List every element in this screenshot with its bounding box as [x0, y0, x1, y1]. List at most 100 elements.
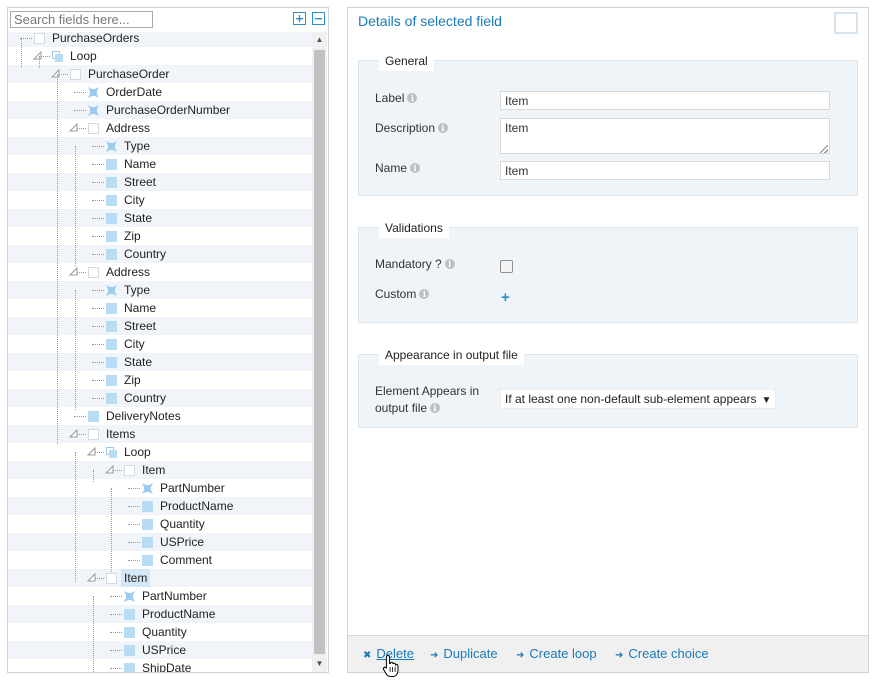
mandatory-checkbox[interactable] [500, 260, 513, 273]
tree-item-label[interactable]: Street [124, 317, 156, 335]
create-loop-button[interactable]: ➜ Create loop [516, 646, 597, 661]
tree-row[interactable]: PurchaseOrderNumber [8, 101, 313, 119]
scroll-up-arrow-icon[interactable]: ▲ [312, 32, 327, 48]
tree-row[interactable]: ShipDate [8, 659, 313, 672]
tree-row[interactable]: City [8, 191, 313, 209]
search-input[interactable] [10, 11, 153, 28]
tree-row[interactable]: Type [8, 281, 313, 299]
tree-item-label[interactable]: Name [124, 155, 156, 173]
tree-item-label[interactable]: Item [142, 461, 165, 479]
tree-item-label[interactable]: Items [106, 425, 135, 443]
collapse-toggle-icon[interactable] [68, 121, 80, 133]
collapse-toggle-icon[interactable] [86, 445, 98, 457]
info-icon[interactable]: i [419, 289, 430, 299]
tree-item-label[interactable]: Loop [70, 47, 97, 65]
tree-row[interactable]: Loop [8, 47, 313, 65]
tree-item-label-selected[interactable]: Item [121, 569, 151, 587]
duplicate-button[interactable]: ➜ Duplicate [430, 646, 498, 661]
tree-item-label[interactable]: City [124, 335, 145, 353]
tree-row[interactable]: Comment [8, 551, 313, 569]
tree-row[interactable]: Zip [8, 371, 313, 389]
tree-item-label[interactable]: State [124, 209, 152, 227]
tree-row[interactable]: PurchaseOrders [8, 32, 313, 47]
name-input[interactable] [500, 161, 830, 180]
add-custom-validation-icon[interactable]: + [501, 290, 510, 305]
tree-row[interactable]: Quantity [8, 515, 313, 533]
tree-item-label[interactable]: Type [124, 137, 150, 155]
label-input[interactable] [500, 91, 830, 110]
tree-row[interactable]: Name [8, 299, 313, 317]
create-choice-button[interactable]: ➜ Create choice [615, 646, 709, 661]
tree-row[interactable]: USPrice [8, 533, 313, 551]
expand-all-icon[interactable] [293, 12, 306, 25]
tree-item-label[interactable]: Address [106, 119, 150, 137]
scrollbar-thumb[interactable] [314, 50, 325, 654]
resize-grip-icon[interactable] [820, 145, 828, 153]
tree-row[interactable]: Name [8, 155, 313, 173]
tree-item-label[interactable]: Country [124, 389, 166, 407]
tree-item-label[interactable]: PurchaseOrders [52, 32, 139, 47]
collapse-toggle-icon[interactable] [86, 571, 98, 583]
tree-row[interactable]: ProductName [8, 497, 313, 515]
tree-item-label[interactable]: ProductName [160, 497, 233, 515]
tree-item-label[interactable]: Street [124, 173, 156, 191]
tree-row[interactable]: State [8, 209, 313, 227]
tree-item-label[interactable]: Type [124, 281, 150, 299]
collapse-toggle-icon[interactable] [50, 67, 62, 79]
tree-row[interactable]: DeliveryNotes [8, 407, 313, 425]
tree-item-label[interactable]: Zip [124, 227, 141, 245]
info-icon[interactable]: i [410, 163, 421, 173]
tree-row[interactable]: Country [8, 389, 313, 407]
tree-row[interactable]: Loop [8, 443, 313, 461]
collapse-toggle-icon[interactable] [68, 427, 80, 439]
tree-row[interactable]: PartNumber [8, 587, 313, 605]
tree-item-label[interactable]: Quantity [160, 515, 205, 533]
tree-item-label[interactable]: City [124, 191, 145, 209]
tree-item-label[interactable]: Loop [124, 443, 151, 461]
tree-row[interactable]: Item [8, 461, 313, 479]
tree-item-label[interactable]: State [124, 353, 152, 371]
tree-row[interactable]: Type [8, 137, 313, 155]
collapse-toggle-icon[interactable] [68, 265, 80, 277]
tree-item-label[interactable]: Address [106, 263, 150, 281]
tree-row[interactable]: Street [8, 173, 313, 191]
tree-item-label[interactable]: Country [124, 245, 166, 263]
info-icon[interactable]: i [438, 123, 449, 133]
tree-row[interactable]: ProductName [8, 605, 313, 623]
tree-item-label[interactable]: Zip [124, 371, 141, 389]
tree-row[interactable]: USPrice [8, 641, 313, 659]
tree-item-label[interactable]: DeliveryNotes [106, 407, 181, 425]
tree-row[interactable]: PartNumber [8, 479, 313, 497]
tree-row[interactable]: Street [8, 317, 313, 335]
info-icon[interactable]: i [407, 93, 418, 103]
tree-row[interactable]: OrderDate [8, 83, 313, 101]
tree-item-label[interactable]: Quantity [142, 623, 187, 641]
info-icon[interactable]: i [444, 259, 455, 269]
collapse-toggle-icon[interactable] [32, 49, 44, 61]
tree-scrollbar[interactable]: ▲ ▼ [312, 32, 327, 672]
tree-item-label[interactable]: PartNumber [160, 479, 225, 497]
tree-row[interactable]: Zip [8, 227, 313, 245]
tree-item-label[interactable]: PartNumber [142, 587, 207, 605]
tree-item-label[interactable]: Name [124, 299, 156, 317]
tree-row[interactable]: Country [8, 245, 313, 263]
scroll-down-arrow-icon[interactable]: ▼ [312, 656, 327, 672]
collapse-all-icon[interactable] [312, 12, 325, 25]
tree-row[interactable]: State [8, 353, 313, 371]
tree-row[interactable]: City [8, 335, 313, 353]
tree-item-label[interactable]: USPrice [160, 533, 204, 551]
tree-item-label[interactable]: USPrice [142, 641, 186, 659]
tree-item-label[interactable]: ProductName [142, 605, 215, 623]
tree-item-label[interactable]: ShipDate [142, 659, 191, 672]
tree-item-label[interactable]: PurchaseOrder [88, 65, 169, 83]
tree-item-label[interactable]: Comment [160, 551, 212, 569]
tree-item-label[interactable]: PurchaseOrderNumber [106, 101, 230, 119]
tree-row[interactable]: Item [8, 569, 313, 587]
tree-row[interactable]: Items [8, 425, 313, 443]
tree-row[interactable]: Address [8, 263, 313, 281]
info-icon[interactable]: i [430, 403, 441, 413]
tree-item-label[interactable]: OrderDate [106, 83, 162, 101]
element-appears-select[interactable]: If at least one non-default sub-element … [500, 389, 777, 409]
description-textarea[interactable]: Item [500, 118, 830, 154]
tree-row[interactable]: Address [8, 119, 313, 137]
